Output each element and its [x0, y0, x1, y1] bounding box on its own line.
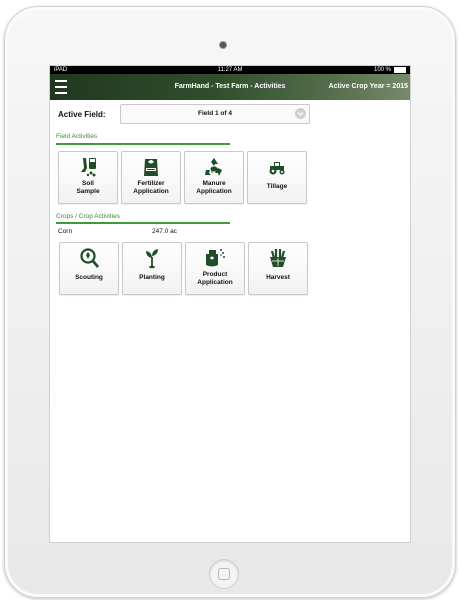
active-field-label: Active Field:: [58, 110, 106, 119]
crop-name: Corn: [58, 228, 73, 235]
tillage-button[interactable]: Tillage: [247, 151, 307, 204]
soil-sample-icon: [59, 156, 117, 183]
sprayer-icon: [186, 247, 244, 274]
fertilizer-bag-icon: [122, 156, 180, 183]
crop-year-label: Active Crop Year = 2015: [328, 83, 408, 90]
tile-label: Tillage: [266, 183, 288, 190]
camera-icon: [220, 42, 226, 48]
magnifier-leaf-icon: [60, 247, 118, 274]
tile-label: Product: [202, 271, 228, 278]
tile-label: Application: [197, 279, 233, 286]
app-screen: iPAD 11:27 AM 100 % FarmHand - Test Farm…: [49, 65, 411, 543]
tile-label: Sample: [76, 188, 100, 195]
crop-activities-heading: Crops / Crop Activities: [56, 213, 120, 220]
home-button[interactable]: [209, 559, 239, 589]
recycle-cow-icon: [185, 156, 243, 183]
crop-area: 247.0 ac: [152, 228, 177, 235]
tractor-icon: [248, 156, 306, 183]
harvest-button[interactable]: Harvest: [248, 242, 308, 295]
seedling-icon: [123, 247, 181, 274]
product-application-button[interactable]: Product Application: [185, 242, 245, 295]
fertilizer-application-button[interactable]: Fertilizer Application: [121, 151, 181, 204]
tile-label: Manure: [202, 180, 226, 187]
manure-application-button[interactable]: Manure Application: [184, 151, 244, 204]
active-field-value: Field 1 of 4: [198, 110, 232, 117]
scouting-button[interactable]: Scouting: [59, 242, 119, 295]
tile-label: Soil: [82, 180, 94, 187]
nav-bar: FarmHand - Test Farm - Activities Active…: [50, 74, 410, 100]
tile-label: Application: [133, 188, 169, 195]
clock: 11:27 AM: [217, 67, 243, 73]
active-field-select[interactable]: Field 1 of 4: [120, 104, 310, 124]
field-activities-heading: Field Activities: [56, 133, 98, 140]
chevron-down-icon: [295, 108, 306, 119]
status-bar: iPAD 11:27 AM 100 %: [50, 66, 410, 74]
battery-icon: [394, 67, 406, 73]
harvest-basket-icon: [249, 247, 307, 274]
planting-button[interactable]: Planting: [122, 242, 182, 295]
tile-label: Scouting: [75, 274, 103, 281]
battery-percent: 100 %: [373, 67, 391, 73]
tile-label: Fertilizer: [137, 180, 165, 187]
tile-label: Application: [196, 188, 232, 195]
tile-label: Harvest: [266, 274, 290, 281]
soil-sample-button[interactable]: Soil Sample: [58, 151, 118, 204]
divider: [56, 143, 230, 145]
tile-label: Planting: [139, 274, 165, 281]
divider: [56, 222, 230, 224]
